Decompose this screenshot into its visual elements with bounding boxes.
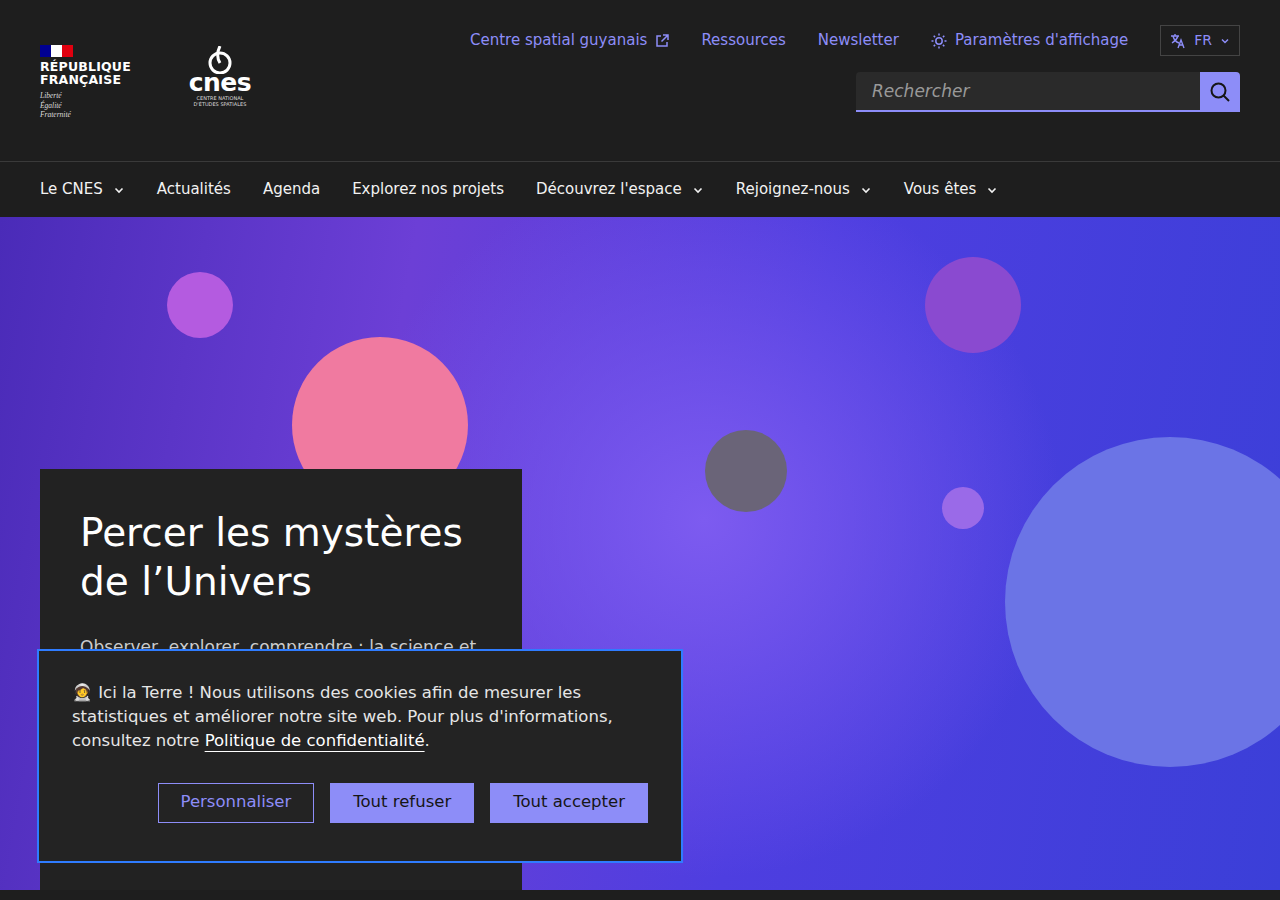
- nav-item[interactable]: Vous êtes: [904, 178, 999, 201]
- blue-planet-icon: [1005, 437, 1280, 767]
- republique-francaise-logo[interactable]: RÉPUBLIQUEFRANÇAISE LibertéÉgalitéFrater…: [40, 0, 131, 161]
- cookie-button[interactable]: Tout refuser: [330, 783, 474, 823]
- nav-label: Agenda: [263, 178, 320, 201]
- chevron-down-icon: [860, 184, 872, 196]
- nav-item[interactable]: Agenda: [263, 178, 320, 201]
- motto-line: Égalité: [40, 101, 131, 110]
- motto-line: Fraternité: [40, 110, 131, 119]
- search-button[interactable]: [1200, 72, 1240, 112]
- translate-icon: [1170, 33, 1186, 49]
- nav-item[interactable]: Actualités: [157, 178, 231, 201]
- sun-icon: [931, 33, 947, 49]
- flag-icon: [40, 45, 73, 57]
- chevron-down-icon: [692, 184, 704, 196]
- nav-item[interactable]: Découvrez l'espace: [536, 178, 704, 201]
- privacy-link[interactable]: Politique de confidentialité: [205, 731, 425, 750]
- republique-line: FRANÇAISE: [40, 73, 131, 86]
- nav-item[interactable]: Rejoignez-nous: [736, 178, 872, 201]
- language-selector[interactable]: FR: [1160, 25, 1240, 56]
- nav-label: Actualités: [157, 178, 231, 201]
- nav-label: Le CNES: [40, 178, 103, 201]
- cookie-button[interactable]: Personnaliser: [158, 783, 315, 823]
- republique-line: RÉPUBLIQUE: [40, 60, 131, 73]
- logo-name: cnes: [187, 70, 253, 95]
- top-link[interactable]: Newsletter: [818, 29, 899, 52]
- main-nav: Le CNES Actualités Agenda Explorez nos proj…: [0, 161, 1280, 217]
- chevron-down-icon: [1220, 36, 1230, 46]
- top-link-label: Centre spatial guyanais: [470, 29, 647, 52]
- planet-icon: [167, 272, 233, 338]
- nav-item[interactable]: Explorez nos projets: [352, 178, 504, 201]
- astronaut-icon: 🧑‍🚀: [72, 683, 93, 702]
- hero-title: Percer les mystères de l’Univers: [80, 509, 482, 607]
- motto-line: Liberté: [40, 91, 131, 100]
- search-input[interactable]: [856, 72, 1200, 112]
- cookie-button[interactable]: Tout accepter: [490, 783, 648, 823]
- cnes-logo[interactable]: cnes CENTRE NATIONALD'ÉTUDES SPATIALES: [187, 0, 253, 161]
- ringed-planet-icon: [925, 257, 1021, 353]
- language-label: FR: [1194, 30, 1212, 51]
- nav-item[interactable]: Le CNES: [40, 178, 125, 201]
- logo-subtitle: D'ÉTUDES SPATIALES: [187, 101, 253, 107]
- search-icon: [1209, 81, 1231, 103]
- top-link[interactable]: Ressources: [701, 29, 785, 52]
- cookie-end: .: [425, 731, 430, 750]
- logo-subtitle: CENTRE NATIONAL: [187, 95, 253, 101]
- nav-label: Découvrez l'espace: [536, 178, 682, 201]
- chevron-down-icon: [986, 184, 998, 196]
- chevron-down-icon: [113, 184, 125, 196]
- top-link[interactable]: Paramètres d'affichage: [931, 29, 1128, 52]
- top-link-label: Paramètres d'affichage: [955, 29, 1128, 52]
- top-link[interactable]: Centre spatial guyanais: [470, 29, 669, 52]
- external-link-icon: [655, 34, 669, 48]
- cookie-banner: 🧑‍🚀 Ici la Terre ! Nous utilisons des co…: [37, 649, 683, 863]
- moon-icon: [705, 430, 787, 512]
- nav-label: Vous êtes: [904, 178, 977, 201]
- cookie-text: 🧑‍🚀 Ici la Terre ! Nous utilisons des co…: [72, 681, 648, 753]
- small-planet-icon: [942, 487, 984, 529]
- nav-label: Explorez nos projets: [352, 178, 504, 201]
- search-bar: [856, 72, 1240, 112]
- nav-label: Rejoignez-nous: [736, 178, 850, 201]
- top-link-label: Newsletter: [818, 29, 899, 52]
- top-link-label: Ressources: [701, 29, 785, 52]
